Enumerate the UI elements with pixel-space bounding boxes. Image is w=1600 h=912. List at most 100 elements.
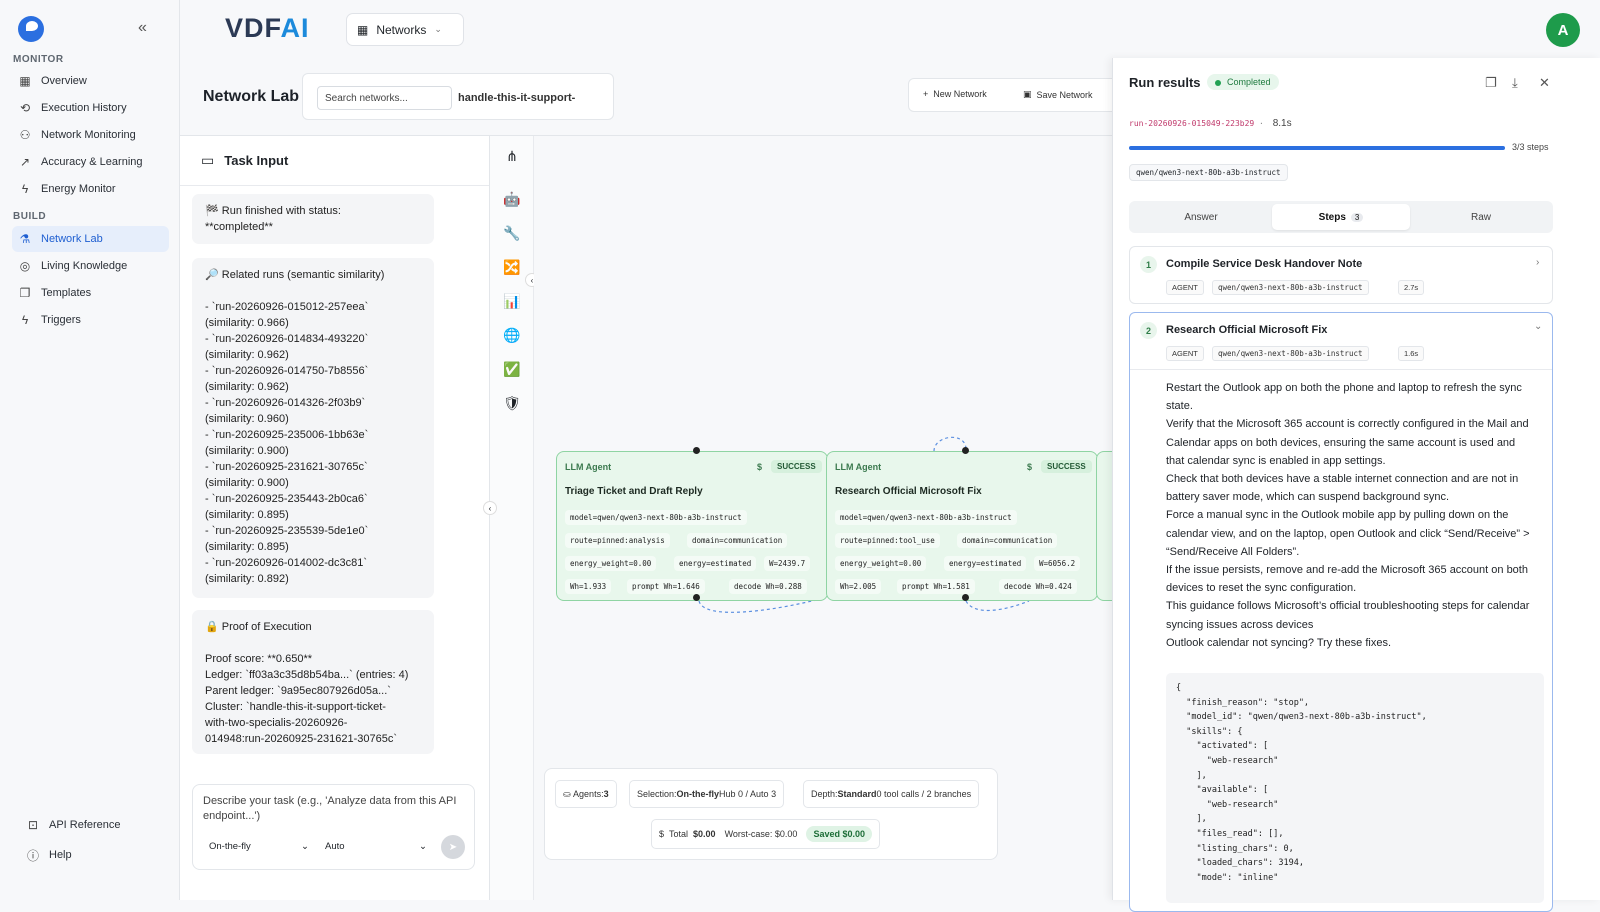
results-title: Run results xyxy=(1129,75,1201,90)
sidebar-item-help[interactable]: ⓘ Help xyxy=(20,842,170,868)
section-monitor: MONITOR xyxy=(13,54,64,65)
message-line: (similarity: 0.892) xyxy=(205,573,289,585)
message-line: 014948:run-20260925-231621-30765c` xyxy=(205,733,398,745)
plus-icon: + xyxy=(923,89,929,99)
task-description-input[interactable]: Describe your task (e.g., 'Analyze data … xyxy=(203,794,468,824)
node-metric-chip: Wh=2.005 xyxy=(835,579,882,594)
copy-icon: ❐ xyxy=(19,286,31,300)
answer-line: Check that both devices have a stable in… xyxy=(1166,473,1519,504)
sidebar-item-accuracy-learning[interactable]: ↗ Accuracy & Learning xyxy=(12,149,169,175)
chevron-down-icon[interactable]: ⌄ xyxy=(1534,321,1542,332)
bolt-icon: ϟ xyxy=(21,313,29,327)
steps-progress-label: 3/3 steps xyxy=(1512,142,1549,152)
collapse-panel-icon[interactable]: ‹ xyxy=(483,501,497,515)
help-icon: ⓘ xyxy=(26,848,39,863)
message-line: (similarity: 0.966) xyxy=(205,317,289,329)
message-card-proof: 🔒 Proof of Execution Proof score: **0.65… xyxy=(192,610,434,754)
sidebar-item-energy-monitor[interactable]: ϟ Energy Monitor xyxy=(12,176,169,202)
robot-icon: ⛀ xyxy=(563,788,574,799)
node-metric-chip: route=pinned:tool_use xyxy=(835,533,940,548)
network-search-panel: Search networks... handle-this-it-suppor… xyxy=(302,73,614,120)
sidebar-item-network-monitoring[interactable]: ⚇ Network Monitoring xyxy=(12,122,169,148)
tab-raw[interactable]: Raw xyxy=(1412,204,1550,230)
code-icon: ⊡ xyxy=(27,818,39,832)
message-line: - `run-20260925-235443-2b0ca6` xyxy=(205,493,368,505)
agent-node-research[interactable]: LLM Agent $ SUCCESS Research Official Micro… xyxy=(826,451,1098,601)
tab-answer[interactable]: Answer xyxy=(1132,204,1270,230)
tab-steps[interactable]: Steps 3 xyxy=(1272,204,1410,230)
answer-line: If the issue persists, remove and re-add… xyxy=(1166,564,1528,595)
message-card-status: 🏁 Run finished with status: **completed** xyxy=(192,194,434,244)
flask-icon: ⚗ xyxy=(19,232,31,246)
node-metric-chip: W=2439.7 xyxy=(764,556,811,571)
chart-icon[interactable]: 📊 xyxy=(499,288,525,314)
message-line: Cluster: `handle-this-it-support-ticket- xyxy=(205,701,386,713)
top-bar: VDFAI ▦ Networks ⌄ A xyxy=(180,0,1600,58)
app-logo[interactable] xyxy=(18,16,44,42)
user-avatar[interactable]: A xyxy=(1546,13,1580,47)
node-handle[interactable] xyxy=(693,447,700,454)
step-card-2[interactable]: 2 Research Official Microsoft Fix AGENT … xyxy=(1129,312,1553,912)
globe-icon[interactable]: 🌐 xyxy=(499,322,525,348)
chevron-right-icon[interactable]: › xyxy=(1536,257,1539,268)
node-handle[interactable] xyxy=(962,594,969,601)
search-networks-input[interactable]: Search networks... xyxy=(317,86,452,110)
trend-icon: ↗ xyxy=(19,155,31,169)
mode-select[interactable]: On-the-fly ⌄ xyxy=(209,841,309,852)
robot-icon[interactable]: 🤖 xyxy=(499,186,525,212)
steps-progress-bar xyxy=(1129,146,1505,150)
task-input-panel: ▭ Task Input 🏁 Run finished with status: *… xyxy=(180,136,490,900)
node-metric-chip: domain=communication xyxy=(687,533,788,548)
sidebar-item-triggers[interactable]: ϟ Triggers xyxy=(12,307,169,333)
step-answer-text: Restart the Outlook app on both the phon… xyxy=(1166,379,1536,652)
node-type-label: LLM Agent xyxy=(835,462,882,472)
grid-icon: ▦ xyxy=(357,22,369,37)
message-line xyxy=(205,635,421,651)
networks-dropdown[interactable]: ▦ Networks ⌄ xyxy=(346,13,464,46)
run-stats-bar: ⛀ Agents: 3 Selection: On-the-fly Hub 0 / A… xyxy=(544,768,998,860)
sidebar-item-network-lab[interactable]: ⚗ Network Lab xyxy=(12,226,169,252)
message-line: (similarity: 0.900) xyxy=(205,445,289,457)
close-icon[interactable]: ✕ xyxy=(1539,75,1550,91)
answer-line: Outlook calendar not syncing? Try these … xyxy=(1166,636,1392,649)
answer-line: Force a manual sync in the Outlook mobil… xyxy=(1166,509,1530,558)
answer-line: Restart the Outlook app on both the phon… xyxy=(1166,382,1522,413)
task-input-header: ▭ Task Input xyxy=(180,136,489,186)
message-line: - `run-20260926-014834-493220` xyxy=(205,333,369,345)
sidebar: « MONITOR ▦ Overview ⟲ Execution History ⚇… xyxy=(0,0,180,900)
run-id[interactable]: run-20260926-015049-223b29 · 8.1s xyxy=(1129,118,1292,129)
run-results-panel: Run results Completed ❐ ⤓ ✕ run-20260926… xyxy=(1112,58,1600,912)
node-metric-chip: model=qwen/qwen3-next-80b-a3b-instruct xyxy=(565,510,747,525)
message-line xyxy=(205,283,421,299)
lab-header: Network Lab Search networks... handle-th… xyxy=(180,70,1130,136)
node-handle[interactable] xyxy=(962,447,969,454)
collapse-sidebar-icon[interactable]: « xyxy=(138,19,147,37)
new-network-button[interactable]: + New Network xyxy=(923,89,987,99)
node-status-badge: SUCCESS xyxy=(771,460,822,473)
network-canvas[interactable]: LLM Agent $ SUCCESS Triage Ticket and Draft… xyxy=(534,136,1126,900)
message-line: 🔎 Related runs (semantic similarity) xyxy=(205,269,385,281)
step-card-1[interactable]: 1 Compile Service Desk Handover Note AGE… xyxy=(1129,246,1553,304)
shield-icon[interactable]: 🛡 xyxy=(499,390,525,416)
sidebar-item-api-reference[interactable]: ⊡ API Reference xyxy=(20,812,170,838)
shuffle-icon[interactable]: 🔀 xyxy=(499,254,525,280)
node-metric-chip: energy_weight=0.00 xyxy=(565,556,657,571)
send-button[interactable]: ➤ xyxy=(441,835,465,859)
download-icon[interactable]: ⤓ xyxy=(1512,75,1518,91)
copy-icon[interactable]: ❐ xyxy=(1485,75,1497,91)
node-handle[interactable] xyxy=(693,594,700,601)
node-metric-chip: decode Wh=0.424 xyxy=(999,579,1077,594)
sidebar-item-living-knowledge[interactable]: ◎ Living Knowledge xyxy=(12,253,169,279)
sidebar-item-templates[interactable]: ❐ Templates xyxy=(12,280,169,306)
tree-icon[interactable]: ⋔ xyxy=(499,143,525,169)
message-line: - `run-20260926-015012-257eea` xyxy=(205,301,369,313)
selection-stat: Selection: On-the-fly Hub 0 / Auto 3 xyxy=(629,780,785,808)
sidebar-item-execution-history[interactable]: ⟲ Execution History xyxy=(12,95,169,121)
sidebar-item-overview[interactable]: ▦ Overview xyxy=(12,68,169,94)
save-network-button[interactable]: ▣ Save Network xyxy=(1023,89,1093,100)
wrench-icon[interactable]: 🔧 xyxy=(499,220,525,246)
check-icon[interactable]: ✅ xyxy=(499,356,525,382)
current-network-name[interactable]: handle-this-it-support- xyxy=(458,92,575,104)
routing-select[interactable]: Auto ⌄ xyxy=(325,841,427,852)
agent-node-triage[interactable]: LLM Agent $ SUCCESS Triage Ticket and Draft… xyxy=(556,451,828,601)
